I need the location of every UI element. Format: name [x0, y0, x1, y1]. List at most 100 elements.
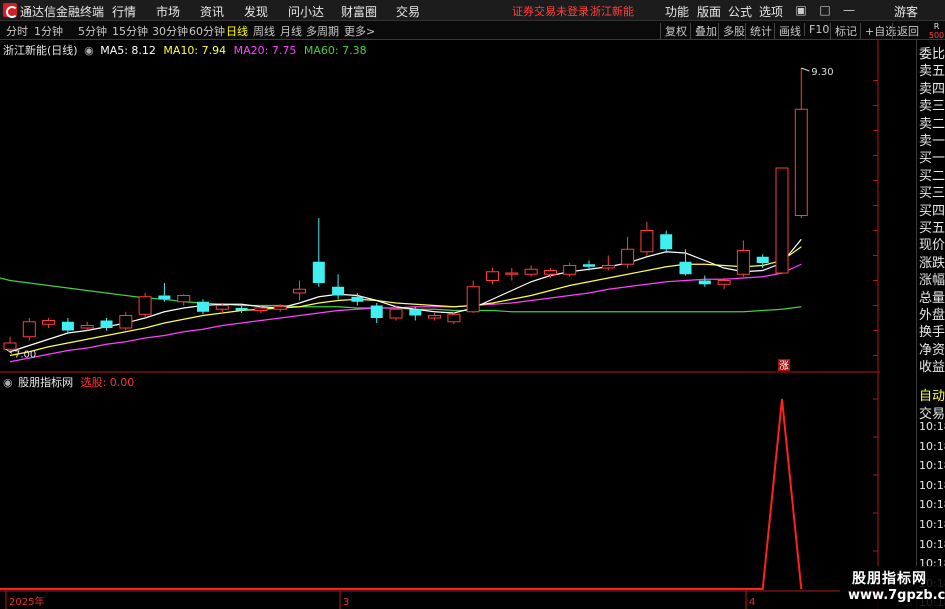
right-panel-item: 10:18: [919, 537, 945, 551]
candle-body-up: [447, 313, 461, 323]
menu-formula[interactable]: 公式: [728, 3, 752, 20]
right-panel-item: 净资: [919, 342, 945, 358]
candle-body-down: [756, 256, 769, 263]
right-panel-item[interactable]: 交易: [919, 403, 945, 422]
right-panel-item: 委比: [919, 47, 945, 62]
legend-ma60: MA60: 7.38: [303, 44, 367, 57]
period-60min[interactable]: 60分钟: [189, 23, 225, 39]
candle-body-up: [543, 270, 557, 275]
right-panel-item: 涨跌: [919, 255, 945, 271]
tool-add-watchlist[interactable]: +自选: [860, 23, 896, 39]
candle-body-up: [505, 272, 519, 275]
right-panel-item: 卖四: [919, 81, 945, 97]
menu-quotes[interactable]: 行情: [112, 3, 136, 20]
right-panel-item: 10:18: [919, 518, 945, 531]
tool-adjust[interactable]: 复权: [660, 23, 687, 39]
tool-multistock[interactable]: 多股: [718, 23, 745, 39]
candle-body-down: [351, 296, 364, 302]
indicator-axis: 100.080.0060.0040.0020.00: [873, 398, 878, 552]
menu-layout[interactable]: 版面: [697, 3, 721, 20]
right-panel-item: 外盘: [919, 308, 945, 323]
candle-body-up: [601, 265, 615, 269]
chart-area[interactable]: 9.209.008.808.608.408.208.007.807.607.40…: [0, 40, 880, 609]
candle-body-down: [235, 308, 248, 311]
right-panel-item: 换手: [919, 325, 945, 341]
date-label: 4: [749, 597, 755, 608]
tool-mark[interactable]: 标记: [830, 23, 857, 39]
ma20-line: [9, 263, 802, 363]
right-panel-item: 10:18: [919, 478, 945, 492]
legend-ma10: MA10: 7.94: [163, 44, 227, 57]
tool-draw[interactable]: 画线: [774, 23, 801, 39]
candle-body-up: [254, 307, 268, 311]
candle-body-up: [775, 167, 789, 274]
candle-body-up: [794, 108, 808, 216]
tool-statistics[interactable]: 统计: [745, 23, 772, 39]
menu-options[interactable]: 选项: [759, 3, 783, 20]
kline-chart-svg[interactable]: 9.209.008.808.608.408.208.007.807.607.40…: [0, 40, 880, 609]
period-timeshare[interactable]: 分时: [6, 23, 28, 39]
tool-f10[interactable]: F10: [804, 23, 829, 36]
period-5min[interactable]: 5分钟: [78, 23, 107, 39]
indicator-plot: [0, 398, 803, 590]
right-panel-item: 10:18: [919, 459, 945, 473]
trade-login-status[interactable]: 证券交易未登录: [512, 3, 589, 19]
watermark: 股朋指标网 www.7gpzb.com: [840, 566, 945, 609]
r-tag-number: 500: [928, 31, 945, 40]
period-monthly[interactable]: 月线: [280, 23, 302, 39]
right-panel-item: 现价: [919, 238, 945, 254]
menu-discover[interactable]: 发现: [244, 3, 268, 20]
price-axis: 9.209.008.808.608.408.208.007.807.607.40…: [873, 80, 878, 356]
main-legend: 浙江新能(日线) ◉ MA5: 8.12 MA10: 7.94 MA20: 7.…: [3, 42, 367, 58]
right-panel-item: 买一: [919, 151, 945, 167]
candle-body-down: [197, 301, 209, 312]
legend-dropdown-icon[interactable]: ◉: [84, 44, 94, 57]
indicator-dropdown-icon[interactable]: ◉: [3, 376, 13, 389]
menu-market[interactable]: 市场: [156, 3, 180, 20]
candle-body-down: [679, 261, 692, 275]
period-15min[interactable]: 15分钟: [112, 23, 148, 39]
date-label: 2025年: [9, 595, 44, 608]
candle-body-up: [273, 306, 287, 310]
right-panel-item: 卖二: [919, 116, 945, 132]
period-daily[interactable]: 日线: [226, 23, 248, 39]
right-panel-item: 买二: [919, 168, 945, 184]
period-30min[interactable]: 30分钟: [152, 23, 188, 39]
right-panel-item: 卖一: [919, 134, 945, 149]
candle-body-down: [61, 321, 74, 331]
candle-body-down: [583, 264, 595, 267]
window-icon[interactable]: □: [817, 2, 833, 18]
candle-body-up: [293, 288, 306, 294]
menu-ask[interactable]: 问小达: [288, 3, 324, 20]
r500-tag: R 500: [928, 22, 945, 40]
candle-body-up: [215, 305, 229, 310]
right-panel-item: 卖五: [919, 64, 945, 80]
tool-overlay[interactable]: 叠加: [690, 23, 717, 39]
candle-body-up: [486, 271, 499, 281]
skin-icon[interactable]: ▣: [793, 2, 809, 18]
period-1min[interactable]: 1分钟: [34, 23, 63, 39]
candle-body-down: [312, 261, 325, 283]
menu-function[interactable]: 功能: [665, 3, 689, 20]
period-more[interactable]: 更多>: [344, 23, 375, 39]
tool-back[interactable]: 返回: [892, 23, 919, 39]
legend-ma20: MA20: 7.75: [233, 44, 297, 57]
right-panel-item: 买五: [919, 221, 945, 236]
period-multi[interactable]: 多周期: [306, 23, 339, 39]
right-panel-item: 10:18: [919, 498, 945, 512]
menu-trade[interactable]: 交易: [396, 3, 420, 20]
right-panel-item[interactable]: 自动: [919, 385, 945, 404]
period-weekly[interactable]: 周线: [253, 23, 275, 39]
right-panel-item: 10:18: [919, 420, 945, 433]
minimize-icon[interactable]: —: [841, 2, 857, 18]
ma60-line-lead: [0, 277, 11, 282]
menu-wealth[interactable]: 财富圈: [341, 3, 377, 20]
candle-body-up: [389, 308, 403, 319]
watermark-title: 股朋指标网: [852, 571, 927, 587]
candlesticks[interactable]: [3, 68, 808, 353]
guest-label[interactable]: 游客: [894, 3, 918, 20]
candle-body-up: [717, 280, 731, 285]
candle-body-up: [621, 248, 635, 265]
right-panel-item: 买三: [919, 186, 945, 202]
menu-news[interactable]: 资讯: [200, 3, 224, 20]
